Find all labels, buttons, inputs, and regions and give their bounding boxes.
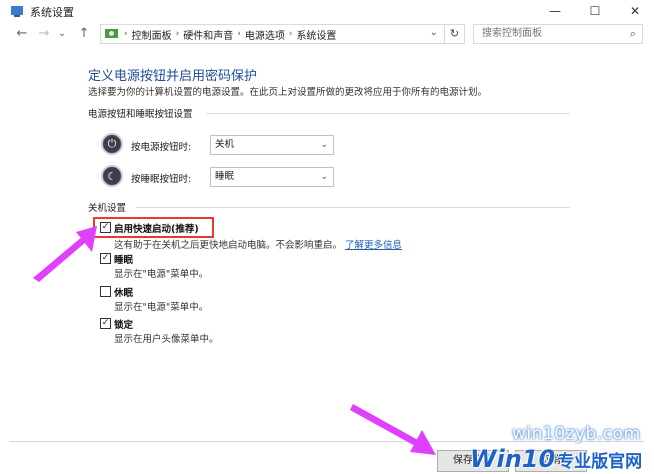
search-input[interactable] xyxy=(480,27,624,40)
search-box[interactable]: ⌕ xyxy=(473,24,643,44)
breadcrumb-control-panel[interactable]: 控制面板 xyxy=(132,27,172,42)
address-bar[interactable]: › 控制面板 › 硬件和声音 › 电源选项 › 系统设置 ⌄ xyxy=(100,24,445,44)
sleep-button-label: 按睡眠按钮时: xyxy=(131,174,192,185)
breadcrumb-hardware-sound[interactable]: 硬件和声音 xyxy=(183,27,233,42)
forward-icon[interactable]: → xyxy=(36,26,52,42)
fast-startup-description: 这有助于在关机之后更快地启动电脑。不会影响重启。 了解更多信息 xyxy=(114,237,402,251)
lock-option-description: 显示在用户头像菜单中。 xyxy=(114,334,219,345)
breadcrumb-power-options[interactable]: 电源选项 xyxy=(245,27,285,42)
sleep-option-description: 显示在"电源"菜单中。 xyxy=(114,269,209,280)
fast-startup-checkbox[interactable]: ✓ xyxy=(100,222,111,233)
fast-startup-description-text: 这有助于在关机之后更快地启动电脑。不会影响重启。 xyxy=(114,240,343,251)
check-icon: ✓ xyxy=(101,253,110,263)
search-icon[interactable]: ⌕ xyxy=(630,27,636,41)
power-button-select[interactable]: 关机 ⌄ xyxy=(210,135,334,155)
arrow-to-save-button-icon xyxy=(350,404,436,455)
learn-more-link[interactable]: 了解更多信息 xyxy=(345,240,402,251)
fast-startup-label: 启用快速启动(推荐) xyxy=(114,224,199,235)
back-icon[interactable]: ← xyxy=(14,26,30,42)
watermark-url: win10zyb.com xyxy=(512,424,641,444)
refresh-button[interactable]: ↻ xyxy=(445,24,465,44)
lock-checkbox[interactable]: ✓ xyxy=(100,318,111,329)
address-dropdown-icon[interactable]: ⌄ xyxy=(430,27,438,38)
breadcrumb-sep-icon: › xyxy=(237,29,241,39)
section-divider xyxy=(206,113,570,114)
control-panel-icon xyxy=(105,29,118,38)
shutdown-section-title: 关机设置 xyxy=(88,203,127,214)
watermark-brand-cn: 专业版官网 xyxy=(557,452,643,472)
lock-option-label: 锁定 xyxy=(114,320,134,331)
system-settings-icon xyxy=(11,6,23,17)
chevron-down-icon: ⌄ xyxy=(320,172,328,182)
sleep-checkbox[interactable]: ✓ xyxy=(100,253,111,264)
power-button-label: 按电源按钮时: xyxy=(131,142,192,153)
section-divider xyxy=(136,207,570,208)
breadcrumb-system-settings[interactable]: 系统设置 xyxy=(296,27,336,42)
breadcrumb-sep-icon: › xyxy=(175,29,180,39)
sleep-option-label: 睡眠 xyxy=(114,255,134,266)
sleep-button-value: 睡眠 xyxy=(215,171,235,182)
navigation-bar: ← → ⌄ ↑ › 控制面板 › 硬件和声音 › 电源选项 › 系统设置 ⌄ ↻… xyxy=(0,23,654,47)
power-buttons-section-title: 电源按钮和睡眠按钮设置 xyxy=(88,109,193,120)
minimize-button[interactable]: — xyxy=(538,0,572,22)
chevron-down-icon: ⌄ xyxy=(320,140,328,150)
sleep-icon: ☾ xyxy=(101,165,123,187)
hibernate-checkbox[interactable] xyxy=(100,286,111,297)
watermark-brand-en: Win10 xyxy=(470,445,556,473)
window-title: 系统设置 xyxy=(30,6,74,19)
page-title: 定义电源按钮并启用密码保护 xyxy=(88,69,258,84)
page-description: 选择要为你的计算机设置的电源设置。在此页上对设置所做的更改将应用于你所有的电源计… xyxy=(88,87,488,98)
watermark-brand: Win10 专业版官网 xyxy=(470,445,642,473)
hibernate-option-label: 休眠 xyxy=(114,288,134,299)
close-button[interactable]: ✕ xyxy=(618,0,652,22)
check-icon: ✓ xyxy=(101,318,110,328)
power-icon: ⏻ xyxy=(101,133,123,155)
recent-locations-icon[interactable]: ⌄ xyxy=(54,26,70,42)
breadcrumb-sep-icon: › xyxy=(124,29,128,39)
maximize-button[interactable]: ☐ xyxy=(578,0,612,22)
breadcrumb-sep-icon: › xyxy=(288,29,293,39)
hibernate-option-description: 显示在"电源"菜单中。 xyxy=(114,302,209,313)
sleep-button-select[interactable]: 睡眠 ⌄ xyxy=(210,167,334,187)
up-icon[interactable]: ↑ xyxy=(76,26,92,42)
power-button-value: 关机 xyxy=(215,139,235,150)
title-bar: 系统设置 — ☐ ✕ xyxy=(0,0,654,22)
check-icon: ✓ xyxy=(101,222,110,232)
arrow-to-fast-startup-icon xyxy=(33,226,97,282)
